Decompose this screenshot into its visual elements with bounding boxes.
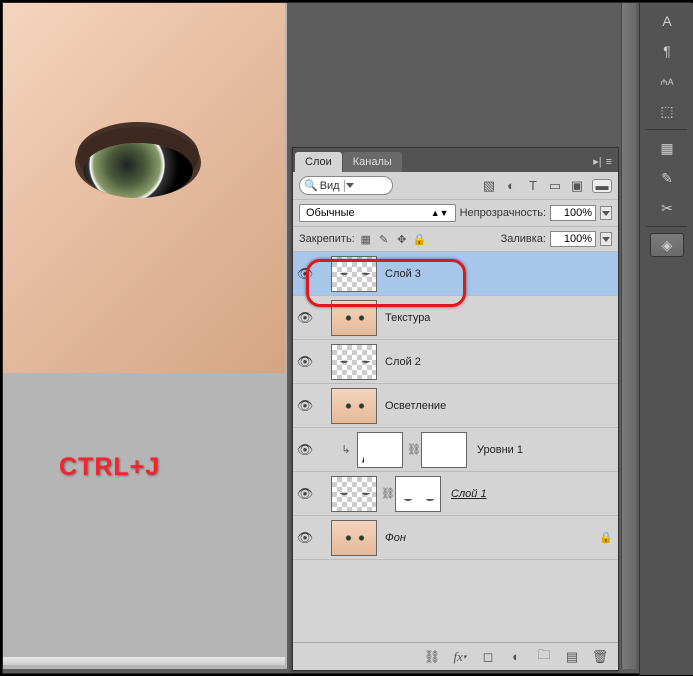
filter-smart-icon[interactable]: ▣	[570, 179, 584, 193]
filter-row: 🔍 Вид ▧ ◐ T ▭ ▣ ▬	[293, 172, 618, 200]
lock-image-icon[interactable]: ✎	[377, 232, 391, 246]
fill-input[interactable]: 100%	[550, 231, 596, 247]
visibility-icon[interactable]: 👁	[295, 442, 315, 458]
visibility-icon[interactable]: 👁	[295, 398, 315, 414]
link-layers-icon[interactable]: ⛓	[424, 649, 440, 665]
clip-icon: ↳	[339, 443, 353, 456]
layer-name[interactable]: Осветление	[381, 400, 616, 412]
visibility-icon[interactable]: 👁	[295, 310, 315, 326]
tool-rail: A ¶ ₼A ⬚ ▦ ✎ ✂ ◈	[639, 3, 693, 675]
paragraph-panel-icon[interactable]: ¶	[650, 39, 684, 63]
lock-transparent-icon[interactable]: ▦	[359, 232, 373, 246]
collapse-icon[interactable]: ▸|	[593, 155, 601, 168]
link-icon[interactable]: ⛓	[381, 487, 395, 500]
tools-panel-icon[interactable]: ✂	[650, 196, 684, 220]
fill-label: Заливка:	[501, 233, 546, 245]
new-layer-icon[interactable]: ▤	[564, 649, 580, 665]
new-group-icon[interactable]: 🗀	[536, 649, 552, 665]
panel-footer: ⛓ fx▾ ◻ ◐ 🗀 ▤ 🗑	[293, 642, 618, 670]
blend-row: Обычные ▲▼ Непрозрачность: 100%	[293, 200, 618, 227]
adjustment-thumbnail[interactable]	[357, 432, 403, 468]
layer-thumbnail[interactable]	[331, 388, 377, 424]
lock-row: Закрепить: ▦ ✎ ✥ 🔒 Заливка: 100%	[293, 227, 618, 252]
panel-menu-icon[interactable]: ≡	[606, 156, 612, 168]
layer-row[interactable]: 👁 Осветление	[293, 384, 618, 428]
opacity-input[interactable]: 100%	[550, 205, 596, 221]
layer-name[interactable]: Слой 2	[381, 356, 616, 368]
filter-pixels-icon[interactable]: ▧	[482, 179, 496, 193]
layer-thumbnail[interactable]	[331, 300, 377, 336]
filter-shape-icon[interactable]: ▭	[548, 179, 562, 193]
layer-row[interactable]: 👁 ↳ ⛓ Уровни 1	[293, 428, 618, 472]
layer-thumbnail[interactable]	[331, 344, 377, 380]
tab-layers[interactable]: Слои	[295, 152, 342, 172]
layer-name[interactable]: Слой 3	[381, 268, 616, 280]
layers-panel: Слои Каналы ▸| ≡ 🔍 Вид ▧ ◐ T ▭ ▣ ▬	[292, 147, 619, 671]
document-image	[3, 3, 285, 373]
visibility-icon[interactable]: 👁	[295, 354, 315, 370]
layer-thumbnail[interactable]	[331, 476, 377, 512]
layers-panel-icon[interactable]: ◈	[650, 233, 684, 257]
shortcut-overlay: CTRL+J	[59, 453, 160, 482]
layer-name[interactable]: Текстура	[381, 312, 616, 324]
layer-mask[interactable]	[395, 476, 441, 512]
character-panel-icon[interactable]: A	[650, 9, 684, 33]
adjustment-layer-icon[interactable]: ◐	[508, 649, 524, 665]
lock-label: Закрепить:	[299, 233, 355, 245]
blend-mode-select[interactable]: Обычные ▲▼	[299, 204, 456, 222]
visibility-icon[interactable]: 👁	[295, 486, 315, 502]
visibility-icon[interactable]: 👁	[295, 266, 315, 282]
layer-row[interactable]: 👁 ⛓ Слой 1	[293, 472, 618, 516]
tab-channels[interactable]: Каналы	[343, 152, 402, 172]
layer-name[interactable]: Уровни 1	[473, 444, 616, 456]
scrollbar-vertical[interactable]	[621, 3, 636, 669]
layer-thumbnail[interactable]	[331, 520, 377, 556]
fill-dropdown-icon[interactable]	[600, 232, 612, 246]
visibility-icon[interactable]: 👁	[295, 530, 315, 546]
layer-row[interactable]: 👁 Фон 🔒	[293, 516, 618, 560]
layer-list: 👁 Слой 3 👁 Текстура 👁 Слой 2 👁	[293, 252, 618, 642]
opacity-dropdown-icon[interactable]	[600, 206, 612, 220]
layer-row[interactable]: 👁 Слой 3	[293, 252, 618, 296]
layer-mask[interactable]	[421, 432, 467, 468]
filter-type-icon[interactable]: T	[526, 179, 540, 193]
layer-row[interactable]: 👁 Текстура	[293, 296, 618, 340]
layer-thumbnail[interactable]	[331, 256, 377, 292]
filter-label: Вид	[320, 180, 340, 192]
link-icon[interactable]: ⛓	[407, 443, 421, 456]
swatches-panel-icon[interactable]: ▦	[650, 136, 684, 160]
canvas-area: CTRL+J	[3, 3, 287, 669]
glyph-panel-icon[interactable]: ₼A	[650, 69, 684, 93]
brush-panel-icon[interactable]: ✎	[650, 166, 684, 190]
panel-tabs: Слои Каналы ▸| ≡	[293, 148, 618, 172]
fx-icon[interactable]: fx▾	[452, 649, 468, 665]
add-mask-icon[interactable]: ◻	[480, 649, 496, 665]
layer-row[interactable]: 👁 Слой 2	[293, 340, 618, 384]
3d-panel-icon[interactable]: ⬚	[650, 99, 684, 123]
layer-filter-type[interactable]: 🔍 Вид	[299, 176, 393, 195]
layer-name[interactable]: Слой 1	[447, 488, 616, 500]
filter-toggle-icon[interactable]: ▬	[592, 179, 612, 193]
lock-all-icon[interactable]: 🔒	[413, 232, 427, 246]
opacity-label: Непрозрачность:	[460, 207, 546, 219]
layer-name[interactable]: Фон	[381, 532, 596, 544]
lock-icon: 🔒	[596, 531, 616, 544]
delete-layer-icon[interactable]: 🗑	[592, 649, 608, 665]
lock-position-icon[interactable]: ✥	[395, 232, 409, 246]
filter-adjustment-icon[interactable]: ◐	[504, 179, 518, 193]
